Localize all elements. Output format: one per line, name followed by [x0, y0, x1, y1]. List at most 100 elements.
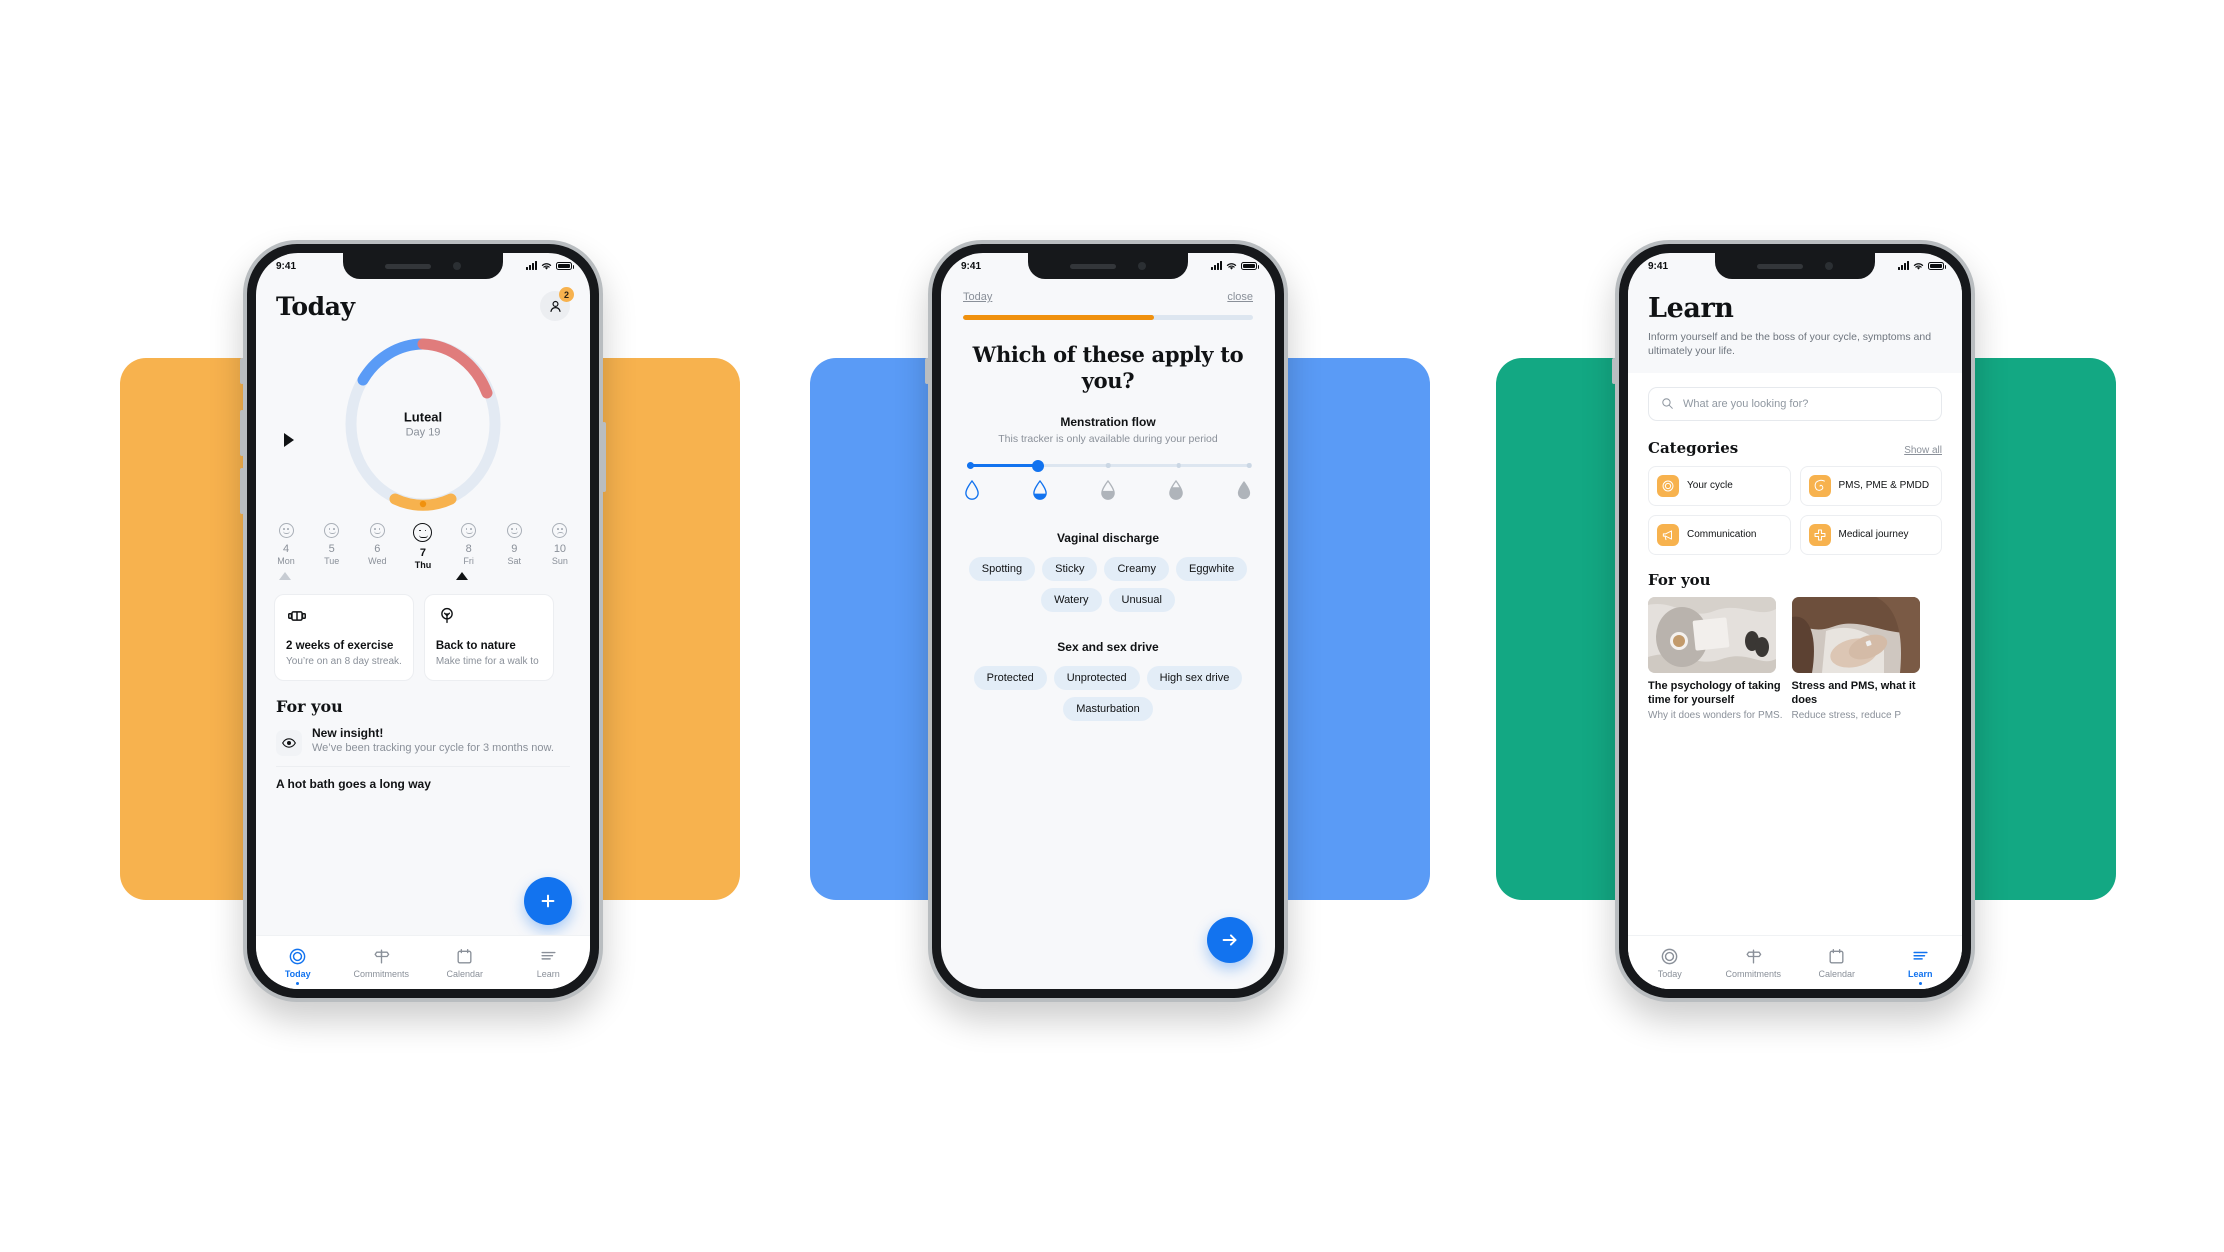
cycle-ring[interactable]: Luteal Day 19 — [256, 329, 590, 519]
cycle-day: Day 19 — [405, 426, 441, 439]
sex-chip-group[interactable]: Protected Unprotected High sex drive Mas… — [967, 666, 1249, 722]
insight-item-clipped[interactable]: A hot bath goes a long way — [256, 767, 590, 791]
commitment-card[interactable]: 2 weeks of exercise You’re on an 8 day s… — [274, 594, 414, 682]
week-day[interactable]: 8 Fri — [453, 523, 485, 570]
tab-label: Today — [1657, 968, 1682, 979]
article-image — [1791, 596, 1920, 673]
category-card[interactable]: Medical journey — [1799, 514, 1942, 555]
tab-learn[interactable]: Learn — [1889, 947, 1951, 985]
week-strip[interactable]: 4 Mon 5 Tue 6 Wed 7 Thu 8 Fri 9 Sat 10 S… — [256, 519, 590, 570]
status-time: 9:41 — [1648, 260, 1669, 272]
chip[interactable]: Creamy — [1104, 557, 1169, 582]
day-weekday: Wed — [368, 556, 387, 566]
flow-level-icons[interactable] — [963, 479, 1253, 501]
droplet-level-3-icon[interactable] — [1099, 479, 1117, 501]
chip[interactable]: Protected — [973, 666, 1047, 691]
article-title: Stress and PMS, what it does — [1791, 679, 1916, 706]
tab-today[interactable]: Today — [267, 947, 329, 985]
tab-learn[interactable]: Learn — [517, 947, 579, 979]
tab-calendar[interactable]: Calendar — [434, 947, 496, 979]
mood-smile-icon — [506, 523, 522, 538]
categories-heading: Categories — [1648, 438, 1739, 457]
tab-today[interactable]: Today — [1639, 947, 1701, 979]
tab-label: Today — [284, 968, 311, 979]
commitment-title: 2 weeks of exercise — [286, 640, 394, 652]
tab-label: Learn — [536, 968, 560, 979]
flow-slider[interactable] — [967, 459, 1252, 472]
phone-button-power — [602, 422, 606, 492]
tab-label: Calendar — [1818, 968, 1856, 979]
chip[interactable]: High sex drive — [1146, 666, 1243, 691]
cellular-signal-icon — [526, 261, 537, 270]
page-title: Learn — [1648, 293, 1734, 324]
tab-commitments[interactable]: Commitments — [1722, 947, 1784, 979]
category-card[interactable]: Communication — [1648, 514, 1791, 555]
back-to-today-link[interactable]: Today — [963, 291, 992, 303]
bottom-tab-bar[interactable]: Today Commitments Calendar Learn — [256, 935, 590, 989]
tab-calendar[interactable]: Calendar — [1806, 947, 1868, 979]
droplet-level-2-icon[interactable] — [1031, 479, 1049, 501]
chip[interactable]: Masturbation — [1063, 697, 1153, 722]
slider-step-dot[interactable] — [1176, 463, 1181, 468]
tree-icon — [436, 605, 458, 627]
slider-step-dot[interactable] — [1105, 463, 1111, 468]
wifi-icon — [541, 262, 552, 270]
page-subtitle: Inform yourself and be the boss of your … — [1648, 331, 1932, 358]
slider-thumb[interactable] — [1031, 459, 1044, 472]
signpost-icon — [374, 948, 390, 964]
category-card[interactable]: PMS, PME & PMDD — [1799, 465, 1942, 506]
week-day[interactable]: 5 Tue — [316, 523, 348, 570]
category-card[interactable]: Your cycle — [1648, 465, 1791, 506]
week-day-selected[interactable]: 7 Thu — [407, 523, 439, 570]
chip[interactable]: Unusual — [1108, 588, 1175, 613]
chip[interactable]: Watery — [1041, 588, 1102, 613]
add-entry-button[interactable] — [524, 877, 572, 925]
day-number: 5 — [328, 543, 335, 555]
commitment-card[interactable]: Back to nature Make time for a walk to — [423, 594, 554, 682]
today-screen: Today 2 Luteal Day 19 4 Mon 5 Tue 6 Wed … — [256, 253, 590, 989]
close-link[interactable]: close — [1227, 291, 1253, 303]
phone-notch — [343, 253, 503, 279]
search-input[interactable]: What are you looking for? — [1648, 386, 1942, 421]
week-strip-carets — [256, 570, 590, 580]
week-day[interactable]: 4 Mon — [270, 523, 302, 570]
learn-header: Learn Inform yourself and be the boss of… — [1628, 279, 1962, 373]
day-number: 10 — [553, 543, 567, 555]
article-card[interactable]: Stress and PMS, what it does Reduce stre… — [1791, 596, 1920, 721]
commitment-cards: 2 weeks of exercise You’re on an 8 day s… — [256, 580, 590, 682]
show-all-link[interactable]: Show all — [1904, 445, 1942, 456]
phone-button-mute — [240, 358, 244, 384]
article-card[interactable]: The psychology of taking time for yourse… — [1648, 596, 1783, 721]
insight-item[interactable]: New insight! We’ve been tracking your cy… — [256, 716, 590, 757]
slider-step-dot[interactable] — [1246, 463, 1252, 468]
chip[interactable]: Eggwhite — [1175, 557, 1248, 582]
next-button[interactable] — [1207, 917, 1253, 963]
chip[interactable]: Sticky — [1042, 557, 1098, 582]
day-weekday: Fri — [463, 556, 474, 566]
article-carousel[interactable]: The psychology of taking time for yourse… — [1628, 589, 1962, 721]
questionnaire-screen: Today close Which of these apply to you?… — [941, 253, 1275, 989]
status-time: 9:41 — [961, 260, 982, 272]
droplet-level-4-icon[interactable] — [1167, 479, 1185, 501]
learn-content: What are you looking for? Categories Sho… — [1628, 372, 1962, 989]
droplet-level-5-icon[interactable] — [1235, 479, 1253, 501]
phone-notch — [1028, 253, 1188, 279]
week-day[interactable]: 9 Sat — [498, 523, 530, 570]
week-day[interactable]: 10 Sun — [544, 523, 576, 570]
wifi-icon — [1913, 262, 1924, 270]
week-day[interactable]: 6 Wed — [361, 523, 393, 570]
battery-icon — [556, 262, 574, 270]
tab-label: Commitments — [1725, 968, 1781, 979]
droplet-level-1-icon[interactable] — [963, 479, 981, 501]
discharge-chip-group[interactable]: Spotting Sticky Creamy Eggwhite Watery U… — [967, 557, 1249, 613]
profile-button[interactable]: 2 — [540, 287, 574, 321]
article-title: The psychology of taking time for yourse… — [1648, 679, 1781, 706]
progress-bar — [963, 315, 1253, 320]
chip[interactable]: Unprotected — [1053, 666, 1140, 691]
bottom-tab-bar[interactable]: Today Commitments Calendar Learn — [1628, 935, 1962, 989]
chip[interactable]: Spotting — [968, 557, 1036, 582]
cycle-ring-center: Luteal Day 19 — [404, 410, 442, 439]
search-icon — [1662, 398, 1673, 410]
tab-commitments[interactable]: Commitments — [350, 947, 412, 979]
section-heading-flow: Menstration flow — [1060, 415, 1156, 430]
